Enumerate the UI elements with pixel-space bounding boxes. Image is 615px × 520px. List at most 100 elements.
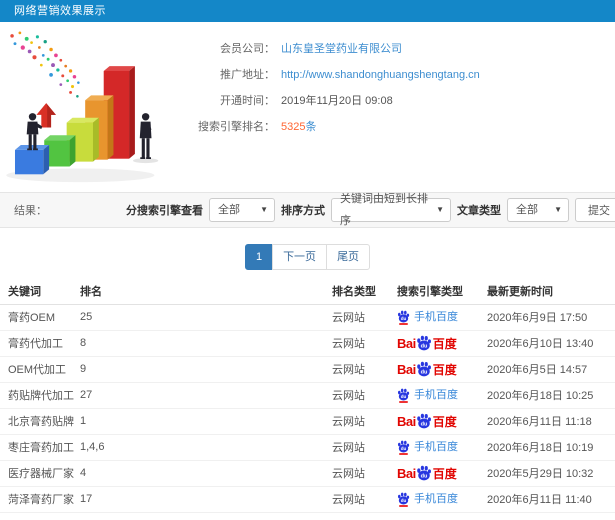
- last-page-button[interactable]: 尾页: [326, 244, 371, 270]
- caret-down-icon: ▼: [260, 205, 268, 214]
- rank-cell[interactable]: 8: [80, 330, 332, 357]
- sort-label: 排序方式: [281, 205, 325, 217]
- sort-value: 关键词由短到长排序: [340, 193, 428, 227]
- page: 网络营销效果展示 会员公司： 山东皇圣堂药业有限公司 推广地址： http://…: [0, 0, 615, 520]
- rank-type-cell: 云网站: [332, 408, 397, 435]
- baidu-logo: Bai du 百度: [397, 361, 457, 378]
- result-label: 结果：: [14, 205, 47, 217]
- keyword-cell: 膏药代加工: [0, 330, 80, 357]
- page-title: 网络营销效果展示: [14, 5, 106, 17]
- next-page-button[interactable]: 下一页: [272, 244, 328, 270]
- engine-cell: Bai du 百度: [397, 330, 487, 357]
- caret-down-icon: ▼: [554, 205, 562, 214]
- promotion-url-link[interactable]: http://www.shandonghuangshengtang.cn: [281, 69, 480, 81]
- table-row: 药贴牌代加工 27 云网站 du 手机百度 2020年6月18日 10:25: [0, 382, 615, 409]
- baidu-logo-prefix: Bai: [397, 465, 416, 481]
- svg-text:du: du: [401, 498, 407, 503]
- baidu-paw-icon: du: [416, 335, 431, 351]
- engine-cell: Bai du 百度: [397, 408, 487, 435]
- baidu-logo-suffix: 百度: [432, 466, 457, 481]
- mobile-baidu-logo: du 手机百度: [397, 308, 458, 325]
- paw-underline: [399, 322, 408, 325]
- paw-underline: [399, 452, 408, 455]
- mobile-baidu-label: 手机百度: [414, 389, 458, 402]
- results-table: 关键词 排名 排名类型 搜索引擎类型 最新更新时间 膏药OEM 25 云网站 du …: [0, 278, 615, 513]
- mobile-baidu-logo: du 手机百度: [397, 386, 458, 403]
- table-row: 膏药OEM 25 云网站 du 手机百度 2020年6月9日 17:50: [0, 304, 615, 331]
- engine-filter-select[interactable]: 全部 ▼: [209, 198, 275, 222]
- rank-cell[interactable]: 9: [80, 356, 332, 383]
- page-1-button[interactable]: 1: [244, 244, 274, 270]
- paw-underline: [399, 504, 408, 507]
- mobile-baidu-label: 手机百度: [414, 441, 458, 454]
- updated-cell: 2020年6月9日 17:50: [487, 304, 615, 331]
- rank-type-cell: 云网站: [332, 330, 397, 357]
- baidu-paw-icon: du: [397, 310, 410, 323]
- updated-cell: 2020年6月11日 11:40: [487, 486, 615, 513]
- svg-text:du: du: [420, 421, 427, 427]
- info-row-open-time: 开通时间： 2019年11月20日 09:08: [190, 88, 615, 114]
- info-row-rank-count: 搜索引擎排名： 5325条: [190, 114, 615, 140]
- businessman-left: [26, 113, 43, 151]
- baidu-logo: Bai du 百度: [397, 413, 457, 430]
- rank-cell[interactable]: 1: [80, 408, 332, 435]
- pagination: 1 下一页 尾页: [0, 244, 615, 270]
- marketing-chart-image: [0, 30, 190, 190]
- table-header-row: 关键词 排名 排名类型 搜索引擎类型 最新更新时间: [0, 278, 615, 305]
- engine-filter-label: 分搜索引擎查看: [126, 205, 203, 217]
- page-header: 网络营销效果展示: [0, 0, 615, 22]
- baidu-paw-icon: du: [416, 361, 431, 377]
- mobile-baidu-logo: du 手机百度: [397, 438, 458, 455]
- rank-cell[interactable]: 25: [80, 304, 332, 331]
- filter-controls: 分搜索引擎查看 全部 ▼ 排序方式 关键词由短到长排序 ▼ 文章类型 全部 ▼ 提交: [126, 193, 615, 227]
- company-info-list: 会员公司： 山东皇圣堂药业有限公司 推广地址： http://www.shandon…: [190, 22, 615, 192]
- keyword-cell: 北京膏药贴牌: [0, 408, 80, 435]
- open-time-label: 开通时间：: [220, 95, 275, 107]
- baidu-logo: Bai du 百度: [397, 335, 457, 352]
- table-row: 膏药代加工 8 云网站 Bai du 百度 2020年6月10日 13:40: [0, 330, 615, 357]
- info-row-url: 推广地址： http://www.shandonghuangshengtang.c…: [190, 62, 615, 88]
- info-row-company: 会员公司： 山东皇圣堂药业有限公司: [190, 36, 615, 62]
- svg-text:du: du: [420, 343, 427, 349]
- sort-select[interactable]: 关键词由短到长排序 ▼: [331, 193, 451, 227]
- th-updated: 最新更新时间: [487, 278, 615, 305]
- table-row: 北京膏药贴牌 1 云网站 Bai du 百度 2020年6月11日 11:18: [0, 408, 615, 435]
- baidu-logo-suffix: 百度: [432, 362, 457, 377]
- mobile-baidu-label: 手机百度: [414, 493, 458, 506]
- baidu-paw-icon: du: [416, 413, 431, 429]
- rank-count-number: 5325: [281, 121, 306, 133]
- updated-cell: 2020年6月5日 14:57: [487, 356, 615, 383]
- up-arrow: [36, 103, 56, 128]
- th-keyword: 关键词: [0, 278, 80, 305]
- article-type-value: 全部: [516, 204, 538, 216]
- keyword-cell: OEM代加工: [0, 356, 80, 383]
- rank-count-unit: 条: [305, 121, 317, 133]
- rank-cell[interactable]: 17: [80, 486, 332, 513]
- engine-cell: Bai du 百度: [397, 356, 487, 383]
- rank-cell[interactable]: 27: [80, 382, 332, 409]
- svg-text:du: du: [420, 473, 427, 479]
- updated-cell: 2020年6月11日 11:18: [487, 408, 615, 435]
- baidu-paw-icon: du: [397, 388, 410, 401]
- baidu-logo-suffix: 百度: [432, 336, 457, 351]
- baidu-logo-prefix: Bai: [397, 361, 416, 377]
- filter-bar: 结果： 分搜索引擎查看 全部 ▼ 排序方式 关键词由短到长排序 ▼ 文章类型 全部 ▼…: [0, 192, 615, 228]
- open-time-value: 2019年11月20日 09:08: [281, 95, 393, 107]
- paw-underline: [399, 400, 408, 403]
- rank-cell[interactable]: 1,4,6: [80, 434, 332, 461]
- engine-cell: Bai du 百度: [397, 460, 487, 487]
- svg-text:du: du: [401, 446, 407, 451]
- engine-cell: du 手机百度: [397, 434, 487, 461]
- baidu-logo: Bai du 百度: [397, 465, 457, 482]
- engine-filter-value: 全部: [218, 204, 240, 216]
- rank-type-cell: 云网站: [332, 382, 397, 409]
- article-type-select[interactable]: 全部 ▼: [507, 198, 569, 222]
- rank-cell[interactable]: 4: [80, 460, 332, 487]
- company-label: 会员公司：: [220, 43, 275, 55]
- bar-chart-illustration: [6, 31, 159, 183]
- company-name-link[interactable]: 山东皇圣堂药业有限公司: [281, 43, 402, 55]
- table-row: 菏泽膏药厂家 17 云网站 du 手机百度 2020年6月11日 11:40: [0, 486, 615, 513]
- updated-cell: 2020年6月18日 10:19: [487, 434, 615, 461]
- submit-button[interactable]: 提交: [575, 198, 615, 222]
- results-table-body: 膏药OEM 25 云网站 du 手机百度 2020年6月9日 17:50 膏药代加工 8 云…: [0, 304, 615, 513]
